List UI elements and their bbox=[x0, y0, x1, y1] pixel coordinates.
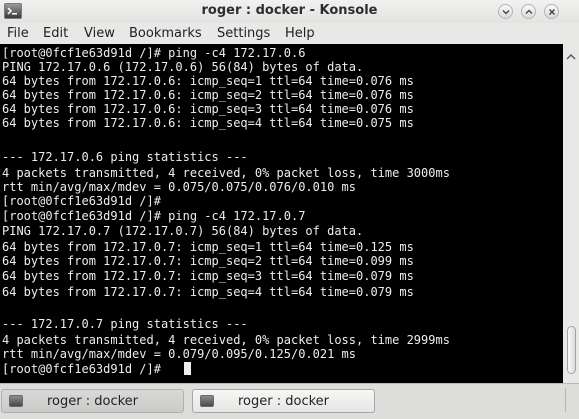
menu-file[interactable]: File bbox=[7, 26, 29, 41]
terminal-line: 4 packets transmitted, 4 received, 0% pa… bbox=[2, 333, 450, 347]
terminal-prompt: [root@0fcf1e63d91d /]# bbox=[2, 362, 161, 376]
vertical-scrollbar[interactable] bbox=[563, 44, 579, 383]
terminal-line: 64 bytes from 172.17.0.7: icmp_seq=2 ttl… bbox=[2, 254, 414, 268]
close-icon bbox=[549, 9, 555, 15]
terminal-line: 64 bytes from 172.17.0.7: icmp_seq=4 ttl… bbox=[2, 285, 414, 299]
tab-label: roger : docker bbox=[237, 394, 329, 409]
chevron-down-icon bbox=[502, 10, 510, 15]
chevron-up-icon bbox=[566, 54, 576, 60]
terminal-line: --- 172.17.0.6 ping statistics --- bbox=[2, 150, 248, 164]
terminal-line: [root@0fcf1e63d91d /]# ping -c4 172.17.0… bbox=[2, 209, 306, 223]
terminal-line: 64 bytes from 172.17.0.6: icmp_seq=4 ttl… bbox=[2, 116, 414, 130]
window-title: roger : docker - Konsole bbox=[201, 3, 378, 18]
terminal-line: PING 172.17.0.6 (172.17.0.6) 56(84) byte… bbox=[2, 60, 364, 74]
chevron-up-icon bbox=[525, 9, 533, 14]
maximize-button[interactable] bbox=[521, 4, 536, 19]
terminal-line: rtt min/avg/max/mdev = 0.075/0.075/0.076… bbox=[2, 180, 357, 194]
menu-view[interactable]: View bbox=[84, 26, 115, 41]
scroll-up-button[interactable] bbox=[565, 48, 577, 62]
terminal-line: 64 bytes from 172.17.0.6: icmp_seq=3 ttl… bbox=[2, 102, 414, 116]
terminal-line: 64 bytes from 172.17.0.7: icmp_seq=3 ttl… bbox=[2, 269, 414, 283]
tab-session-2[interactable]: roger : docker bbox=[192, 389, 375, 413]
close-button[interactable] bbox=[544, 4, 559, 19]
terminal-line: 64 bytes from 172.17.0.6: icmp_seq=2 ttl… bbox=[2, 88, 414, 102]
scroll-track[interactable] bbox=[566, 66, 576, 378]
terminal-line: [root@0fcf1e63d91d /]# bbox=[2, 194, 161, 208]
terminal-line: rtt min/avg/max/mdev = 0.079/0.095/0.125… bbox=[2, 347, 357, 361]
terminal-line: PING 172.17.0.7 (172.17.0.7) 56(84) byte… bbox=[2, 224, 364, 238]
terminal-line: [root@0fcf1e63d91d /]# ping -c4 172.17.0… bbox=[2, 46, 306, 60]
title-bar[interactable]: roger : docker - Konsole bbox=[0, 0, 579, 23]
menu-bookmarks[interactable]: Bookmarks bbox=[129, 26, 202, 41]
konsole-window: roger : docker - Konsole File Edit View … bbox=[0, 0, 579, 419]
text-cursor bbox=[184, 362, 191, 375]
terminal-line: --- 172.17.0.7 ping statistics --- bbox=[2, 317, 248, 331]
tab-session-1[interactable]: roger : docker bbox=[1, 389, 184, 413]
tab-label: roger : docker bbox=[46, 394, 138, 409]
menu-edit[interactable]: Edit bbox=[43, 26, 68, 41]
menu-settings[interactable]: Settings bbox=[217, 26, 270, 41]
minimize-button[interactable] bbox=[498, 4, 513, 19]
terminal-line: 64 bytes from 172.17.0.6: icmp_seq=1 ttl… bbox=[2, 74, 414, 88]
terminal-line: 4 packets transmitted, 4 received, 0% pa… bbox=[2, 166, 450, 180]
menu-bar: File Edit View Bookmarks Settings Help bbox=[0, 23, 579, 44]
menu-help[interactable]: Help bbox=[285, 26, 315, 41]
terminal-output[interactable]: [root@0fcf1e63d91d /]# ping -c4 172.17.0… bbox=[0, 44, 563, 383]
tab-bar: roger : docker roger : docker bbox=[0, 383, 579, 419]
scroll-thumb[interactable] bbox=[567, 326, 576, 374]
tab-divider bbox=[565, 388, 566, 412]
terminal-line: 64 bytes from 172.17.0.7: icmp_seq=1 ttl… bbox=[2, 240, 414, 254]
